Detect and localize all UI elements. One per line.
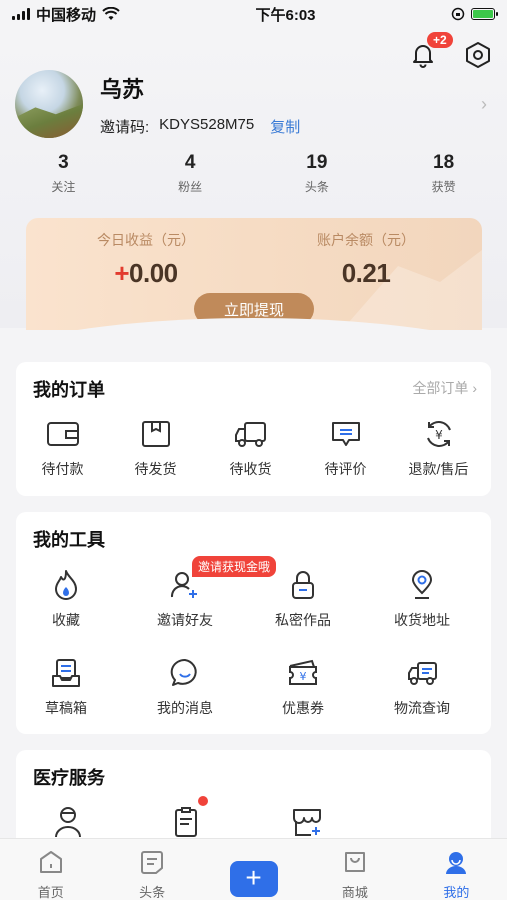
username: 乌苏 (100, 77, 145, 102)
clock: 下午6:03 (255, 6, 316, 24)
tool-private-works[interactable]: 私密作品 (244, 568, 362, 630)
earnings-card: 今日收益（元） +0.00 账户余额（元） 0.21 立即提现 (26, 218, 482, 330)
stat-label: 关注 (51, 180, 76, 194)
stat-posts[interactable]: 19 头条 (254, 152, 381, 195)
tab-home[interactable]: 首页 (0, 839, 101, 900)
medical-section: 医疗服务 (16, 750, 491, 850)
notification-button[interactable]: +2 (409, 32, 453, 70)
tool-favorites[interactable]: 收藏 (7, 568, 125, 630)
order-refund-aftersale[interactable]: ¥ 退款/售后 (391, 417, 486, 479)
account-balance[interactable]: 账户余额（元） 0.21 (266, 230, 466, 289)
today-earnings-label: 今日收益（元） (97, 232, 195, 248)
stat-value: 18 (433, 152, 455, 173)
comment-icon (331, 422, 360, 446)
svg-text:¥: ¥ (435, 428, 443, 442)
stat-label: 头条 (304, 180, 329, 194)
order-pending-review[interactable]: 待评价 (298, 417, 393, 479)
account-balance-value: 0.21 (341, 258, 391, 288)
store-add-icon (292, 809, 321, 836)
clipboard-icon (174, 807, 197, 837)
today-earnings[interactable]: 今日收益（元） +0.00 (46, 230, 246, 289)
today-earnings-value: +0.00 (114, 258, 178, 288)
stat-followers[interactable]: 4 粉丝 (127, 152, 254, 195)
medical-records[interactable] (138, 796, 233, 838)
signal-icon (12, 8, 30, 20)
refund-icon: ¥ (426, 421, 451, 447)
lock-icon (292, 571, 314, 599)
svg-text:¥: ¥ (300, 670, 307, 683)
chevron-right-icon[interactable]: › (481, 94, 487, 115)
avatar[interactable] (15, 70, 83, 138)
status-left: 中国移动 (12, 4, 120, 25)
tool-logistics[interactable]: 物流查询 (363, 656, 481, 718)
invite-code-value: KDYS528M75 (159, 116, 255, 133)
order-pending-payment[interactable]: 待付款 (15, 417, 110, 479)
flame-icon (55, 570, 77, 600)
medical-store[interactable] (259, 804, 354, 838)
notification-dot (198, 796, 208, 806)
profile-icon (446, 852, 467, 874)
invite-code-label: 邀请码: (100, 119, 150, 136)
tool-coupons[interactable]: ¥ 优惠券 (244, 656, 362, 718)
stat-value: 4 (184, 152, 196, 173)
notification-badge: +2 (427, 32, 453, 48)
add-user-icon (170, 572, 197, 598)
home-icon (39, 851, 62, 873)
tab-shop[interactable]: 商城 (304, 839, 405, 900)
settings-hexagon-icon[interactable] (463, 40, 493, 70)
stat-value: 3 (58, 152, 69, 173)
location-icon (411, 570, 433, 599)
draft-box-icon (52, 659, 80, 687)
order-pending-receipt[interactable]: 待收货 (203, 417, 298, 479)
message-icon (170, 658, 197, 686)
medical-doctor[interactable] (20, 804, 115, 838)
coupon-icon: ¥ (289, 659, 317, 685)
stat-label: 粉丝 (178, 180, 203, 194)
orders-section: 我的订单 全部订单 › 待付款 待发货 待收货 待评价 ¥ 退款/售后 (16, 362, 491, 496)
battery-icon (470, 8, 498, 20)
stat-following[interactable]: 3 关注 (0, 152, 127, 195)
section-title: 医疗服务 (33, 768, 105, 788)
doctor-icon (54, 807, 81, 837)
box-icon (141, 421, 170, 447)
tool-shipping-address[interactable]: 收货地址 (363, 568, 481, 630)
stat-likes[interactable]: 18 获赞 (380, 152, 507, 195)
tool-invite-friends[interactable]: 邀请好友 (126, 568, 244, 630)
copy-invite-code-button[interactable]: 复制 (270, 116, 300, 137)
account-balance-label: 账户余额（元） (317, 232, 415, 248)
status-bar: 中国移动 下午6:03 (0, 0, 507, 28)
tool-drafts[interactable]: 草稿箱 (7, 656, 125, 718)
stat-label: 获赞 (431, 180, 456, 194)
section-title: 我的工具 (33, 530, 105, 550)
tools-section: 我的工具 邀请获现金哦 收藏 邀请好友 私密作品 收货地址 草稿箱 我的消息 ¥… (16, 512, 491, 734)
news-icon (141, 851, 164, 874)
rotation-lock-icon (451, 7, 465, 21)
wallet-icon (46, 422, 79, 446)
stat-value: 19 (306, 152, 328, 173)
invite-code-row: 邀请码: KDYS528M75 复制 (100, 116, 300, 137)
tab-me[interactable]: 我的 (406, 839, 507, 900)
section-title: 我的订单 (33, 380, 105, 400)
logistics-icon (408, 662, 437, 685)
status-right (451, 7, 498, 21)
tool-my-messages[interactable]: 我的消息 (126, 656, 244, 718)
truck-icon (234, 422, 266, 447)
carrier-label: 中国移动 (36, 6, 97, 24)
stats-row: 3 关注 4 粉丝 19 头条 18 获赞 (0, 152, 507, 195)
header-actions: +2 (409, 32, 493, 70)
all-orders-link[interactable]: 全部订单 › (412, 378, 477, 398)
tab-news[interactable]: 头条 (101, 839, 202, 900)
wifi-icon (102, 7, 120, 20)
tab-create[interactable]: + (203, 839, 304, 900)
shop-icon (344, 852, 365, 872)
order-pending-shipment[interactable]: 待发货 (108, 417, 203, 479)
plus-icon: + (229, 861, 278, 897)
bottom-tab-bar: 首页 头条 + 商城 我的 (0, 838, 507, 900)
